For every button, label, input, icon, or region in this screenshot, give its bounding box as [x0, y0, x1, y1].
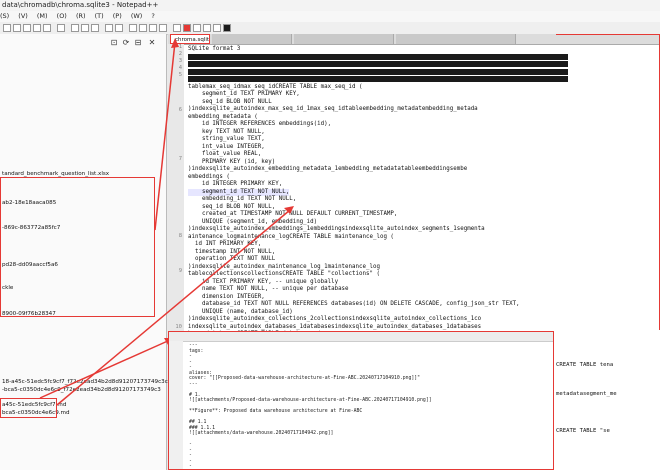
preview-line: cover: "[[Proposed-data-warehouse-archit… [189, 376, 421, 381]
preview-tab-bar [169, 332, 553, 342]
code-fragment: metadatasegment_me [556, 391, 617, 397]
markdown-preview-window: --- tags: - - - aliases: cover: "[[Propose… [168, 331, 554, 470]
preview-line: ![[attachments/Proposed-data-warehouse-a… [189, 398, 432, 403]
preview-line: ![[attachments/data-warehouse.2024071710… [189, 431, 334, 436]
annotation-box [556, 34, 660, 330]
preview-line: **Figure**: Proposed data warehouse arch… [189, 409, 363, 414]
preview-gutter [169, 341, 183, 469]
preview-line: --- [189, 381, 198, 387]
code-fragment: CREATE TABLE "se [556, 428, 610, 434]
preview-line: - [189, 464, 192, 469]
code-fragment: CREATE TABLE tena [556, 362, 614, 368]
